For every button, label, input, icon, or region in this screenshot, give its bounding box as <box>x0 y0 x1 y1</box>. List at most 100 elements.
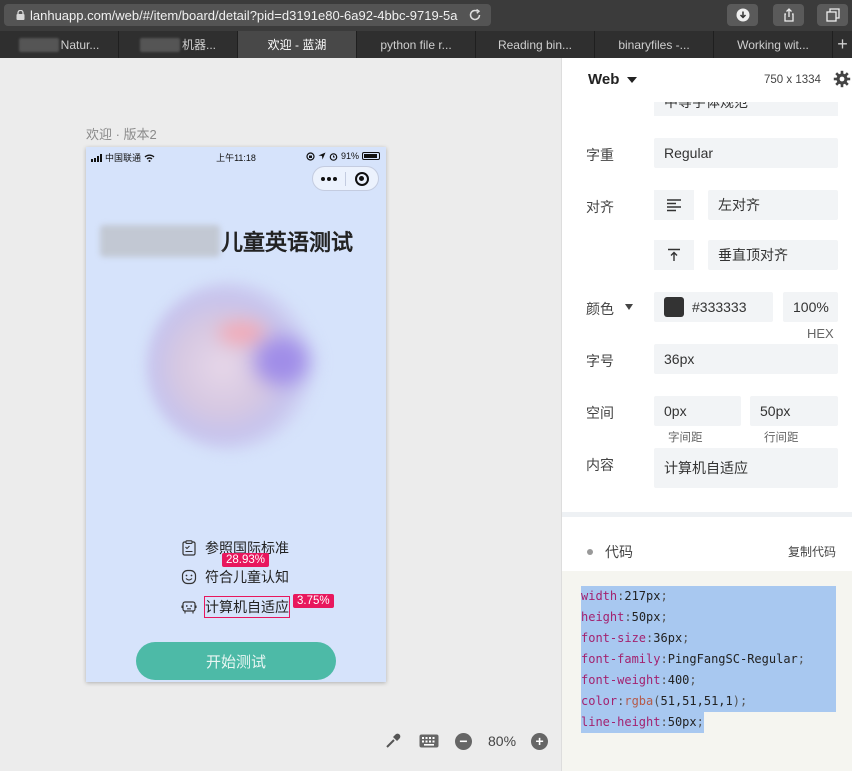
tab-6[interactable]: binaryfiles -... <box>595 31 714 58</box>
copy-code-button[interactable]: 复制代码 <box>788 543 836 560</box>
miniprogram-capsule[interactable] <box>312 166 379 191</box>
tab-2[interactable]: 机器... <box>119 31 238 58</box>
share-button[interactable] <box>773 4 804 26</box>
line-height-field[interactable]: 50px <box>750 396 838 426</box>
tab-overview-button[interactable] <box>817 4 848 26</box>
font-size-label: 字号 <box>586 353 614 369</box>
page-title-row: 儿童英语测试 <box>100 223 353 259</box>
phone-status-bar: 中国联通 上午11:18 91% <box>86 147 386 165</box>
color-hex-value: #333333 <box>692 299 747 315</box>
tab-bar: Natur... 机器... 欢迎 - 蓝湖 python file r... … <box>0 31 852 58</box>
feature-text: 符合儿童认知 <box>205 569 289 586</box>
design-canvas[interactable]: 欢迎 · 版本2 中国联通 上午11:18 91% 儿童英语测试 参照国际标准 … <box>0 58 561 771</box>
artboard-title[interactable]: 欢迎 · 版本2 <box>86 124 157 143</box>
reload-icon[interactable] <box>467 7 483 23</box>
code-lines: width:217px; height:50px; font-size:36px… <box>581 586 836 733</box>
font-family-value: 中等字体规范 <box>664 102 748 110</box>
zoom-out-button[interactable]: − <box>455 732 472 750</box>
tab-label: 机器... <box>181 38 216 52</box>
color-opacity-field[interactable]: 100% <box>783 292 838 322</box>
downloads-button[interactable] <box>727 4 758 26</box>
artboard-phone[interactable]: 中国联通 上午11:18 91% 儿童英语测试 参照国际标准 符合儿童认知 28… <box>86 147 386 682</box>
location-icon <box>318 152 326 160</box>
tab-label: Reading bin... <box>497 37 573 52</box>
code-block[interactable]: width:217px; height:50px; font-size:36px… <box>562 571 852 771</box>
blurred-brand-name <box>100 225 220 257</box>
spacing-percent-top: 28.93% <box>222 552 270 567</box>
robot-icon <box>181 601 197 614</box>
smile-icon <box>181 570 197 585</box>
canvas-toolbar: − 80% + <box>383 730 549 752</box>
horizontal-align-field[interactable]: 左对齐 <box>708 190 838 220</box>
platform-select[interactable]: Web <box>588 71 638 88</box>
feature-list: 参照国际标准 符合儿童认知 28.93% 计算机自适应 3.75% <box>181 533 334 622</box>
selected-text-layer[interactable]: 计算机自适应 <box>204 595 290 618</box>
keyboard-icon[interactable] <box>419 731 439 751</box>
align-left-icon[interactable] <box>654 190 694 220</box>
eyedropper-icon[interactable] <box>383 731 403 751</box>
address-bar[interactable]: lanhuapp.com/web/#/item/board/detail?pid… <box>4 4 491 26</box>
clipboard-icon <box>182 540 196 556</box>
tab-5[interactable]: Reading bin... <box>476 31 595 58</box>
zoom-in-button[interactable]: + <box>531 732 549 750</box>
start-test-button[interactable]: 开始测试 <box>136 642 336 680</box>
artboard-size: 750 x 1334 <box>764 74 821 86</box>
battery-icon <box>362 152 380 160</box>
tab-label: binaryfiles -... <box>618 37 690 52</box>
code-line: font-weight:400; <box>581 670 836 691</box>
tab-7[interactable]: Working wit... <box>714 31 833 58</box>
download-icon <box>736 8 749 22</box>
chevron-down-icon <box>627 76 638 83</box>
tab-3[interactable]: 欢迎 - 蓝湖 <box>238 31 357 58</box>
page-title: 儿童英语测试 <box>221 230 354 255</box>
tab-label: 欢迎 - 蓝湖 <box>267 38 327 52</box>
lock-rotation-icon <box>306 151 315 161</box>
letter-spacing-caption: 字间距 <box>668 432 703 444</box>
gear-icon[interactable] <box>833 70 851 88</box>
tab-1[interactable]: Natur... <box>0 31 119 58</box>
color-mode-label: HEX <box>807 326 834 341</box>
color-label: 颜色 <box>586 301 614 317</box>
blurred-favicon <box>18 37 59 52</box>
tab-label: python file r... <box>380 37 452 52</box>
feature-item: 符合儿童认知 28.93% <box>181 552 289 593</box>
color-format-chevron-icon[interactable] <box>625 304 633 310</box>
lock-icon <box>16 10 25 20</box>
new-tab-button[interactable]: + <box>833 31 852 58</box>
blurred-favicon <box>139 37 180 52</box>
space-label: 空间 <box>586 405 614 421</box>
feature-item: 计算机自适应 3.75% <box>181 592 334 622</box>
code-line: font-family:PingFangSC-Regular; <box>581 649 836 670</box>
bullet-dot <box>587 549 593 555</box>
content-field[interactable]: 计算机自适应 <box>654 448 838 488</box>
tab-4[interactable]: python file r... <box>357 31 476 58</box>
panel-header: Web 750 x 1334 <box>562 58 852 102</box>
battery-percent: 91% <box>340 151 359 161</box>
code-line: height:50px; <box>581 607 836 628</box>
share-icon <box>783 8 794 22</box>
close-target-icon[interactable] <box>346 171 378 186</box>
inspector-panel: Web 750 x 1334 中等字体规范 字重 Regular 对齐 左对齐 … <box>561 58 852 771</box>
font-family-field[interactable]: 中等字体规范 <box>654 102 838 116</box>
letter-spacing-field[interactable]: 0px <box>654 396 741 426</box>
code-line: font-size:36px; <box>581 628 836 649</box>
code-line: line-height:50px; <box>581 712 704 733</box>
section-divider <box>562 512 852 517</box>
font-weight-field[interactable]: Regular <box>654 138 838 168</box>
spacing-percent-right: 3.75% <box>293 594 334 608</box>
tab-label: Natur... <box>60 37 100 52</box>
align-label: 对齐 <box>586 199 614 215</box>
platform-label: Web <box>588 71 620 88</box>
font-size-field[interactable]: 36px <box>654 344 838 374</box>
color-hex-field[interactable]: #333333 <box>654 292 773 322</box>
align-top-icon[interactable] <box>654 240 694 270</box>
line-height-caption: 行间距 <box>764 432 799 444</box>
vertical-align-field[interactable]: 垂直顶对齐 <box>708 240 838 270</box>
hero-illustration <box>146 281 316 451</box>
content-label: 内容 <box>586 457 614 473</box>
alarm-icon <box>329 152 338 161</box>
weight-label: 字重 <box>586 147 614 163</box>
color-swatch[interactable] <box>664 297 684 317</box>
more-icon[interactable] <box>313 176 345 181</box>
tab-label: Working wit... <box>737 37 809 52</box>
